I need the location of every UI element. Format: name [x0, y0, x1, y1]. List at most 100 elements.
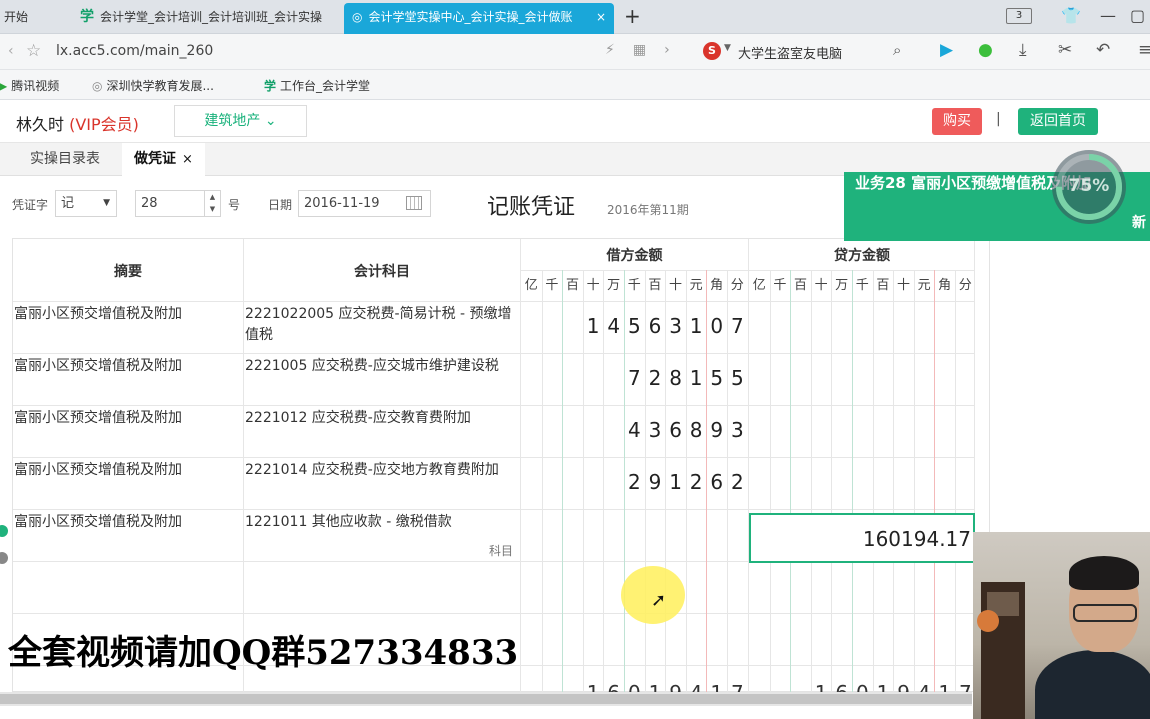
shirt-skin-icon[interactable]: 👕	[1061, 6, 1081, 25]
digit-column-divider	[582, 270, 584, 693]
voucher-number-stepper[interactable]: 28 ▲ ▼	[135, 190, 221, 217]
debit-digit[interactable]: 5	[628, 314, 641, 338]
account-cell[interactable]: 2221005 应交税费-应交城市维护建设税	[245, 354, 521, 377]
debit-digit[interactable]: 7	[628, 366, 641, 390]
header-summary: 摘要	[114, 264, 142, 280]
debit-digit[interactable]: 2	[628, 470, 641, 494]
stepper-arrows-icon[interactable]: ▲ ▼	[204, 191, 220, 216]
browser-tab-acc5-practice[interactable]: ◎ 会计学堂实操中心_会计实操_会计做账 ×	[344, 3, 614, 34]
debit-digit[interactable]: 6	[649, 314, 662, 338]
back-icon[interactable]: ‹	[8, 43, 14, 59]
summary-cell[interactable]: 富丽小区预交增值税及附加	[14, 458, 182, 480]
new-tab-button[interactable]: +	[624, 3, 641, 29]
buy-button[interactable]: 购买	[932, 108, 982, 135]
debit-digit[interactable]: 4	[628, 418, 641, 442]
browser-tab-start[interactable]: 开始	[0, 3, 64, 34]
debit-digit[interactable]: 1	[690, 314, 703, 338]
debit-digit[interactable]: 9	[710, 418, 723, 442]
tab-label: 做凭证	[134, 151, 176, 167]
account-cell[interactable]: 2221012 应交税费-应交教育费附加	[245, 406, 521, 429]
qq-group-watermark: 全套视频请加QQ群527334833	[8, 633, 519, 673]
banner-new-label[interactable]: 新	[1132, 212, 1146, 232]
debit-unit-header: 十	[668, 278, 682, 293]
bookmark-kuaixue[interactable]: ◎ 深圳快学教育发展...	[92, 77, 214, 94]
maximize-icon[interactable]: ▢	[1130, 6, 1145, 25]
minimize-icon[interactable]: —	[1100, 6, 1116, 25]
progress-percent: 75%	[1068, 176, 1110, 196]
horizontal-scrollbar[interactable]	[0, 692, 972, 706]
presenter-webcam	[973, 532, 1150, 719]
delete-row-icon[interactable]	[0, 552, 8, 564]
summary-cell[interactable]: 富丽小区预交增值税及附加	[14, 406, 182, 428]
debit-digit[interactable]: 6	[710, 470, 723, 494]
debit-unit-header: 亿	[524, 278, 538, 293]
undo-icon[interactable]: ↶	[1096, 40, 1110, 60]
download-icon[interactable]: ⤓	[1019, 40, 1027, 60]
debit-digit[interactable]: 3	[649, 418, 662, 442]
debit-digit[interactable]: 1	[587, 314, 600, 338]
date-field[interactable]: 2016-11-19	[298, 190, 431, 217]
debit-digit[interactable]: 9	[649, 470, 662, 494]
tab-practice-catalog[interactable]: 实操目录表	[18, 143, 112, 176]
credit-amount-input[interactable]: 160194.17	[749, 513, 975, 563]
tab-count-badge[interactable]: 3	[1006, 8, 1032, 24]
debit-digit[interactable]: 6	[669, 418, 682, 442]
debit-digit[interactable]: 1	[669, 470, 682, 494]
add-row-icon[interactable]	[0, 525, 8, 537]
credit-unit-header: 千	[773, 278, 787, 293]
account-cell[interactable]: 2221014 应交税费-应交地方教育费附加	[245, 458, 521, 481]
browser-tab-acc5-training[interactable]: 学会计学堂_会计培训_会计培训班_会计实操	[72, 3, 334, 34]
debit-digit[interactable]: 7	[731, 314, 744, 338]
debit-digit[interactable]: 2	[649, 366, 662, 390]
chat-icon[interactable]: ●	[978, 40, 993, 60]
date-label: 日期	[268, 198, 293, 212]
debit-digit[interactable]: 3	[731, 418, 744, 442]
credit-unit-header: 百	[876, 278, 890, 293]
credit-unit-header: 分	[958, 278, 972, 293]
search-engine-icon[interactable]: S	[703, 42, 721, 60]
return-home-button[interactable]: 返回首页	[1018, 108, 1098, 135]
qr-code-icon[interactable]: ▦	[633, 42, 646, 58]
account-cell[interactable]: 2221022005 应交税费-简易计税 - 预缴增值税	[245, 302, 521, 346]
summary-cell[interactable]: 富丽小区预交增值税及附加	[14, 302, 182, 324]
debit-digit[interactable]: 5	[710, 366, 723, 390]
tab-make-voucher[interactable]: 做凭证 ×	[122, 143, 205, 176]
bookmark-workbench[interactable]: 学工作台_会计学堂	[264, 77, 370, 94]
play-icon: ▶	[0, 79, 8, 93]
scissors-icon[interactable]: ✂	[1058, 40, 1072, 60]
bookmark-tencent-video[interactable]: ▶ 腾讯视频	[0, 77, 59, 94]
summary-cell[interactable]: 富丽小区预交增值税及附加	[14, 510, 182, 532]
tab-label: 会计学堂_会计培训_会计培训班_会计实操	[100, 10, 323, 24]
menu-icon[interactable]: ≡	[1138, 40, 1150, 60]
industry-dropdown[interactable]: 建筑地产 ⌄	[174, 105, 307, 137]
presenter-hair	[1069, 556, 1139, 590]
calendar-icon[interactable]	[406, 196, 422, 210]
summary-cell[interactable]: 富丽小区预交增值税及附加	[14, 354, 182, 376]
bookmark-star-icon[interactable]: ☆	[26, 41, 41, 61]
credit-unit-header: 十	[896, 278, 910, 293]
voucher-word-select[interactable]: 记 ▼	[55, 190, 117, 217]
debit-unit-header: 千	[545, 278, 559, 293]
url-field[interactable]: lx.acc5.com/main_260	[56, 43, 213, 59]
debit-digit[interactable]: 2	[690, 470, 703, 494]
debit-digit[interactable]: 2	[731, 470, 744, 494]
debit-digit[interactable]: 4	[607, 314, 620, 338]
search-input[interactable]: 大学生盗室友电脑	[738, 43, 842, 62]
debit-digit[interactable]: 5	[731, 366, 744, 390]
bookmark-label: 工作台_会计学堂	[280, 79, 371, 93]
video-play-icon[interactable]: ▶	[940, 40, 953, 60]
tab-close-icon[interactable]: ×	[182, 152, 193, 167]
debit-digit[interactable]: 8	[690, 418, 703, 442]
tab-close-icon[interactable]: ×	[596, 3, 606, 31]
debit-digit[interactable]: 1	[690, 366, 703, 390]
search-icon[interactable]: ⌕	[893, 41, 901, 59]
presenter-body	[1035, 650, 1150, 719]
chevron-right-icon[interactable]: ›	[664, 42, 670, 58]
account-cell[interactable]: 1221011 其他应收款 - 缴税借款	[245, 510, 521, 533]
scrollbar-thumb[interactable]	[0, 694, 972, 704]
debit-digit[interactable]: 8	[669, 366, 682, 390]
debit-digit[interactable]: 0	[710, 314, 723, 338]
chevron-down-icon[interactable]: ▼	[724, 43, 731, 53]
lightning-icon[interactable]: ⚡	[605, 42, 615, 58]
debit-digit[interactable]: 3	[669, 314, 682, 338]
